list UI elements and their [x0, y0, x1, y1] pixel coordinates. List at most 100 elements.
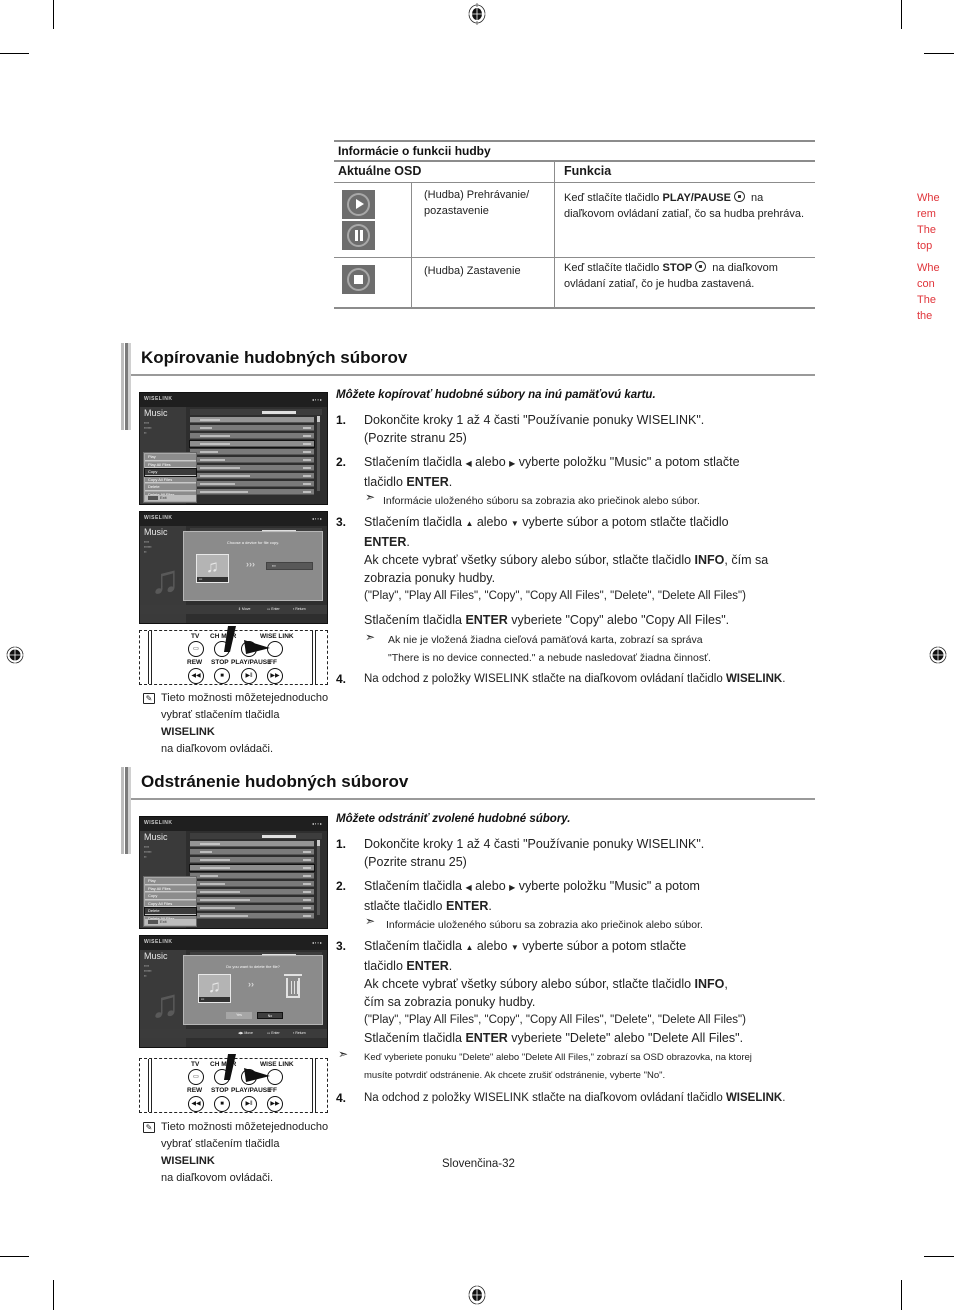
- list-item: [190, 889, 314, 895]
- wiselink-logo: WISELINK: [144, 396, 173, 402]
- now-playing-bar: [190, 833, 322, 839]
- dialog-title: Do you want to delete the file?: [226, 964, 280, 969]
- table-rule: [334, 307, 815, 309]
- fast-forward-button-icon: ▶▶: [267, 668, 283, 684]
- page-info: ◂ ▪ ▪ ▸: [311, 940, 322, 945]
- tv-button: ▭: [188, 1069, 204, 1085]
- function-description: Keď stlačíte tlačidlo STOP na diaľkovom …: [564, 261, 778, 290]
- step-number: 4.: [336, 1091, 347, 1105]
- page-number: Slovenčina-32: [442, 1158, 515, 1170]
- remote-label-tv: TV: [191, 633, 200, 640]
- now-playing-bar: [190, 409, 322, 415]
- page-info: ◂ ▪ ▪ ▸: [311, 821, 322, 826]
- list-item: [190, 905, 314, 911]
- crop-mark: [53, 0, 54, 29]
- list-item: [190, 481, 314, 487]
- pointer-icon: [224, 1054, 270, 1082]
- wiselink-logo: WISELINK: [144, 820, 173, 826]
- column-header-function: Funkcia: [564, 164, 612, 178]
- play-pause-button-icon: ▶‖: [241, 668, 257, 684]
- table-rule: [334, 182, 815, 183]
- music-note-icon: ♫: [150, 558, 180, 602]
- section-lead: Môžete odstrániť zvolené hudobné súbory.: [336, 813, 571, 825]
- list-item: [190, 841, 314, 847]
- crop-mark: [901, 0, 902, 29]
- file-meta: ▪▪▪▪ ▪▪▪▪▪▪ ▪▪: [144, 421, 152, 435]
- step-text: Stlačením tlačidla ◀ alebo ▶ vyberte pol…: [364, 879, 700, 913]
- delete-dialog: Do you want to delete the file? ♫ ▪▪▪ ›› …: [183, 955, 323, 1025]
- list-item: [190, 417, 314, 423]
- remote-control-illustration: TV CH MGR WISE LINK ▭ REW STOP PLAY/PAUS…: [139, 1054, 328, 1113]
- screen-title: Music: [144, 527, 168, 537]
- arrow-icon: ››: [248, 979, 254, 989]
- note-icon: ✎: [143, 1122, 155, 1133]
- music-options-menu: Play Play All Files Copy Copy All Files …: [143, 452, 197, 503]
- section-title-copy: Kopírovanie hudobných súborov: [141, 348, 408, 367]
- file-meta: ▪▪▪▪ ▪▪▪▪▪▪ ▪▪: [144, 964, 152, 978]
- stop-icon: [342, 265, 375, 294]
- file-thumbnail: ♫ ▪▪▪: [198, 974, 231, 1003]
- tip-arrow-icon: ➣: [365, 914, 376, 928]
- screen-title: Music: [144, 408, 168, 418]
- table-title: Informácie o funkcii hudby: [338, 144, 491, 158]
- menu-item-copy-all: Copy All Files: [145, 476, 196, 483]
- rewind-button-icon: ◀◀: [188, 1096, 204, 1112]
- page-info: ◂ ▪ ▪ ▸: [311, 516, 322, 521]
- list-item-selected: [189, 440, 315, 448]
- registration-mark-icon: [466, 1284, 488, 1306]
- remote-label-rew: REW: [187, 659, 203, 666]
- menu-item-play-all: Play All Files: [145, 461, 196, 468]
- stop-button-icon: ■: [214, 668, 230, 684]
- step-text: Stlačením tlačidla ▲ alebo ▼ vyberte súb…: [364, 939, 746, 1045]
- stop-button-icon: [695, 261, 707, 272]
- section-bar: [121, 343, 131, 430]
- remote-label-ff: FF: [269, 1087, 277, 1094]
- menu-item-play: Play: [145, 454, 196, 461]
- tip-text: Informácie uloženého súboru sa zobrazia …: [383, 495, 700, 507]
- menu-item-copy-all: Copy All Files: [145, 900, 196, 907]
- tv-screenshot-delete-dialog: WISELINK ◂ ▪ ▪ ▸ Music ▪▪▪▪ ▪▪▪▪▪▪ ▪▪ ♫ Do…: [139, 935, 328, 1048]
- crop-mark: [924, 53, 954, 54]
- pause-icon: [342, 221, 375, 250]
- section-bar: [121, 767, 131, 854]
- step-number: 4.: [336, 672, 347, 686]
- down-arrow-icon: ▼: [510, 943, 519, 952]
- tip-text: Keď vyberiete ponuku "Delete" alebo "Del…: [364, 1052, 752, 1081]
- step-number: 2.: [336, 455, 347, 469]
- menu-item-copy: Copy: [144, 468, 197, 477]
- step-text: Stlačením tlačidla ◀ alebo ▶ vyberte pol…: [364, 455, 740, 489]
- table-divider: [554, 160, 555, 308]
- tip-arrow-icon: ➣: [338, 1047, 349, 1061]
- tip-text: Informácie uloženého súboru sa zobrazia …: [386, 919, 703, 931]
- music-note-icon: ♫: [150, 982, 180, 1026]
- margin-note: Whe con The the: [917, 262, 940, 322]
- menu-item-play: Play: [145, 878, 196, 885]
- note-text: Tieto možnosti môžetejednoducho vybrať s…: [161, 1121, 329, 1184]
- list-item-selected: [189, 864, 315, 872]
- registration-mark-icon: [466, 3, 488, 25]
- menu-exit: Exit: [145, 495, 196, 501]
- menu-item-delete: Delete: [145, 484, 196, 491]
- fast-forward-button-icon: ▶▶: [267, 1096, 283, 1112]
- file-meta: ▪▪▪▪ ▪▪▪▪▪▪ ▪▪: [144, 845, 152, 859]
- tip-text: Ak nie je vložená žiadna cieľová pamäťov…: [388, 634, 711, 664]
- list-item: [190, 449, 314, 455]
- osd-label: (Hudba) Prehrávanie/ pozastavenie: [424, 189, 530, 217]
- tv-button: ▭: [188, 641, 204, 657]
- table-rule: [334, 140, 815, 142]
- list-item: [190, 897, 314, 903]
- menu-item-copy: Copy: [145, 893, 196, 900]
- step-text: Na odchod z položky WISELINK stlačte na …: [364, 673, 786, 685]
- function-description: Keď stlačíte tlačidlo PLAY/PAUSE na diaľ…: [564, 191, 805, 220]
- crop-mark: [924, 1256, 954, 1257]
- stop-button-icon: ■: [214, 1096, 230, 1112]
- section-title-delete: Odstránenie hudobných súborov: [141, 772, 409, 791]
- tip-arrow-icon: ➣: [365, 490, 376, 504]
- step-text: Na odchod z položky WISELINK stlačte na …: [364, 1092, 786, 1104]
- section-rule: [131, 798, 815, 800]
- scrollbar: [317, 416, 320, 491]
- crop-mark: [0, 53, 29, 54]
- list-item: [190, 849, 314, 855]
- step-number: 3.: [336, 515, 347, 529]
- crop-mark: [901, 1280, 902, 1310]
